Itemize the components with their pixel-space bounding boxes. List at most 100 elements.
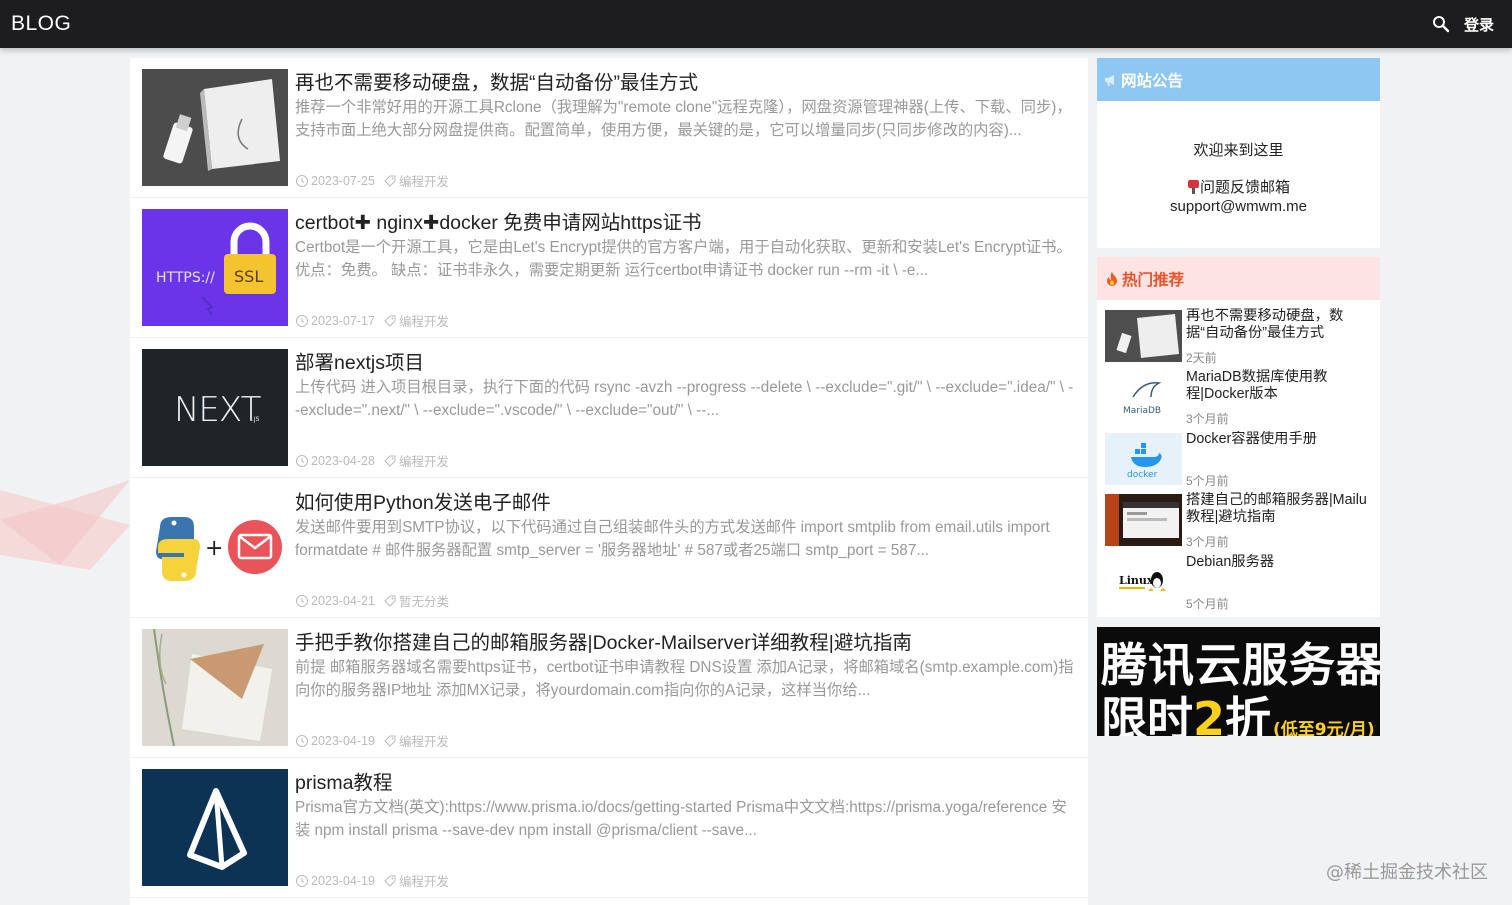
post-category-label: 编程开发 bbox=[398, 875, 449, 889]
post-category-label: 编程开发 bbox=[398, 455, 449, 469]
hot-post-item[interactable]: MariaDB MariaDB数据库使用教程|Docker版本 3个月前 bbox=[1105, 369, 1375, 429]
post-category-label: 编程开发 bbox=[398, 735, 449, 749]
post-item[interactable]: prisma教程 Prisma官方文档(英文):https://www.pris… bbox=[130, 758, 1088, 898]
notice-body: 欢迎来到这里 问题反馈邮箱 support@wmwm.me bbox=[1097, 139, 1380, 215]
post-thumbnail[interactable]: + bbox=[142, 489, 288, 606]
thumb-js-text: .JS bbox=[252, 416, 260, 423]
notice-title: 网站公告 bbox=[1121, 72, 1184, 90]
hot-posts-header: 热门推荐 bbox=[1097, 257, 1380, 300]
thumb-next-text: NEXT bbox=[174, 390, 262, 430]
post-category-label: 暂无分类 bbox=[398, 595, 449, 609]
post-meta: 2023-04-28 编程开发 bbox=[295, 451, 449, 470]
post-meta: 2023-07-17 编程开发 bbox=[295, 311, 449, 330]
post-item[interactable]: 手把手教你搭建自己的邮箱服务器|Docker-Mailserver详细教程|避坑… bbox=[130, 618, 1088, 758]
prisma-logo-image bbox=[142, 769, 288, 886]
tag-icon bbox=[383, 874, 397, 888]
post-date: 2023-04-19 bbox=[311, 873, 375, 888]
post-category[interactable]: 编程开发 bbox=[383, 871, 449, 890]
post-item[interactable]: 再也不需要移动硬盘，数据“自动备份”最佳方式 推荐一个非常好用的开源工具Rclo… bbox=[130, 58, 1088, 198]
post-item[interactable]: HTTPS:// SSL certbot✚ nginx✚docker 免费申请网… bbox=[130, 198, 1088, 338]
post-item[interactable]: + 如何使用Python发送电子邮件 发送邮件要用到SMTP协议，以下代码通过自… bbox=[130, 478, 1088, 618]
tencent-cloud-ad-banner[interactable]: 腾讯云服务器 限时 2 折 (低至9元/月) bbox=[1097, 627, 1380, 736]
post-excerpt: 推荐一个非常好用的开源工具Rclone（我理解为"remote clone"远程… bbox=[295, 99, 1072, 139]
site-logo[interactable]: BLOG bbox=[11, 12, 71, 36]
megaphone-icon bbox=[1103, 72, 1119, 88]
clock-icon bbox=[295, 314, 309, 328]
post-excerpt: 上传代码 进入项目根目录，执行下面的代码 rsync -avzh --progr… bbox=[295, 379, 1074, 419]
mailbox-icon bbox=[1187, 179, 1200, 194]
hot-post-title: Debian服务器 bbox=[1186, 554, 1275, 570]
post-category[interactable]: 编程开发 bbox=[383, 171, 449, 190]
navbar-actions: 登录 bbox=[1432, 14, 1494, 35]
post-title[interactable]: certbot✚ nginx✚docker 免费申请网站https证书 bbox=[295, 206, 1075, 235]
post-excerpt: Certbot是一个开源工具，它是由Let's Encrypt提供的官方客户端，… bbox=[295, 239, 1072, 279]
python-email-image: + bbox=[142, 489, 288, 606]
post-category[interactable]: 暂无分类 bbox=[383, 591, 449, 610]
notice-welcome: 欢迎来到这里 bbox=[1193, 142, 1284, 159]
post-excerpt: Prisma官方文档(英文):https://www.prisma.io/doc… bbox=[295, 799, 1067, 839]
post-title[interactable]: 如何使用Python发送电子邮件 bbox=[295, 486, 1075, 515]
ad-discount-number: 2 bbox=[1193, 692, 1226, 736]
notice-mail-label-row: 问题反馈邮箱 bbox=[1097, 176, 1380, 197]
ad-subline-a: 限时 bbox=[1101, 692, 1193, 736]
nextjs-logo-image: NEXT .JS bbox=[142, 349, 288, 466]
tag-icon bbox=[383, 174, 397, 188]
hot-post-time: 3个月前 bbox=[1186, 412, 1229, 426]
post-title[interactable]: 部署nextjs项目 bbox=[295, 346, 1075, 375]
hot-post-thumbnail: Linux bbox=[1105, 556, 1182, 608]
hot-post-item[interactable]: docker Docker容器使用手册 5个月前 bbox=[1105, 431, 1375, 491]
ad-price-note: (低至9元/月) bbox=[1273, 720, 1375, 736]
post-category[interactable]: 编程开发 bbox=[383, 311, 449, 330]
notice-mail-label: 问题反馈邮箱 bbox=[1199, 179, 1290, 196]
docker-logo-text: docker bbox=[1127, 470, 1158, 480]
hot-post-item[interactable]: Linux Debian服务器 5个月前 bbox=[1105, 554, 1375, 614]
thumb-https-text: HTTPS:// bbox=[156, 270, 215, 286]
ad-subline: 限时 2 折 (低至9元/月) bbox=[1101, 683, 1375, 736]
tag-icon bbox=[383, 454, 397, 468]
hot-post-time: 2天前 bbox=[1186, 351, 1217, 365]
hot-posts-card: 热门推荐 再也不需要移动硬盘，数据“自动备份”最佳方式 2天前 MariaDB … bbox=[1097, 257, 1380, 617]
post-thumbnail[interactable] bbox=[142, 769, 288, 886]
post-category[interactable]: 编程开发 bbox=[383, 731, 449, 750]
hot-post-time: 5个月前 bbox=[1186, 474, 1229, 488]
search-icon[interactable] bbox=[1432, 15, 1450, 33]
post-meta: 2023-04-19 编程开发 bbox=[295, 871, 449, 890]
post-date: 2023-04-19 bbox=[311, 733, 375, 748]
clock-icon bbox=[295, 594, 309, 608]
post-category-label: 编程开发 bbox=[398, 315, 449, 329]
notice-header: 网站公告 bbox=[1097, 58, 1380, 101]
post-date: 2023-04-28 bbox=[311, 453, 375, 468]
hot-posts-title: 热门推荐 bbox=[1122, 271, 1185, 289]
clock-icon bbox=[295, 874, 309, 888]
login-button[interactable]: 登录 bbox=[1464, 14, 1494, 35]
post-thumbnail[interactable] bbox=[142, 629, 288, 746]
post-meta: 2023-04-21 暂无分类 bbox=[295, 591, 449, 610]
hot-post-thumbnail bbox=[1105, 310, 1182, 362]
mariadb-logo-text: MariaDB bbox=[1123, 406, 1161, 416]
tag-icon bbox=[383, 594, 397, 608]
notice-card: 网站公告 欢迎来到这里 问题反馈邮箱 support@wmwm.me bbox=[1097, 58, 1380, 248]
post-date: 2023-07-25 bbox=[311, 173, 375, 188]
clock-icon bbox=[295, 454, 309, 468]
hot-post-time: 5个月前 bbox=[1186, 597, 1229, 611]
hot-post-item[interactable]: 搭建自己的邮箱服务器|Mailu教程|避坑指南 3个月前 bbox=[1105, 492, 1375, 552]
hard-drive-image bbox=[142, 69, 288, 186]
post-thumbnail[interactable]: HTTPS:// SSL bbox=[142, 209, 288, 326]
hot-post-title: 搭建自己的邮箱服务器|Mailu教程|避坑指南 bbox=[1186, 492, 1367, 525]
envelope-image bbox=[142, 629, 288, 746]
hot-post-item[interactable]: 再也不需要移动硬盘，数据“自动备份”最佳方式 2天前 bbox=[1105, 308, 1375, 368]
post-meta: 2023-04-19 编程开发 bbox=[295, 731, 449, 750]
post-title[interactable]: 手把手教你搭建自己的邮箱服务器|Docker-Mailserver详细教程|避坑… bbox=[295, 626, 1075, 655]
post-thumbnail[interactable]: NEXT .JS bbox=[142, 349, 288, 466]
hot-post-thumbnail bbox=[1105, 494, 1182, 546]
post-title[interactable]: 再也不需要移动硬盘，数据“自动备份”最佳方式 bbox=[295, 66, 1075, 95]
post-item[interactable]: NEXT .JS 部署nextjs项目 上传代码 进入项目根目录，执行下面的代码… bbox=[130, 338, 1088, 478]
post-category[interactable]: 编程开发 bbox=[383, 451, 449, 470]
post-thumbnail[interactable] bbox=[142, 69, 288, 186]
hot-post-thumbnail: docker bbox=[1105, 433, 1182, 485]
support-email-link[interactable]: support@wmwm.me bbox=[1097, 198, 1380, 215]
linux-logo-text: Linux bbox=[1119, 574, 1154, 587]
tag-icon bbox=[383, 314, 397, 328]
post-meta: 2023-07-25 编程开发 bbox=[295, 171, 449, 190]
post-title[interactable]: prisma教程 bbox=[295, 766, 1075, 795]
